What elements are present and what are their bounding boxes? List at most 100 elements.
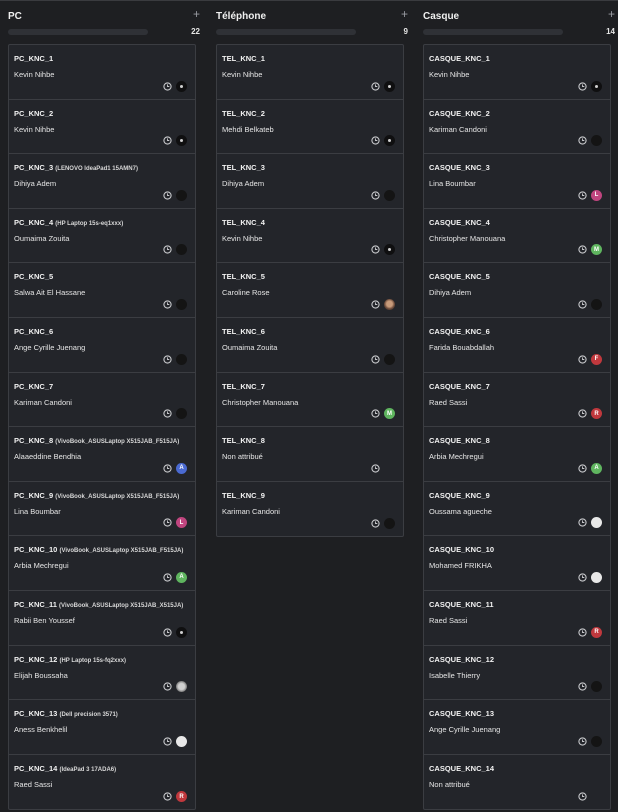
avatar[interactable]: R [591, 408, 602, 420]
clock-icon[interactable] [578, 737, 587, 746]
avatar[interactable] [591, 135, 602, 147]
asset-card[interactable]: CASQUE_KNC_14 Non attribué [424, 755, 610, 810]
avatar[interactable]: M [384, 408, 395, 420]
plus-icon[interactable]: + [608, 7, 615, 21]
plus-icon[interactable]: + [401, 7, 408, 21]
avatar[interactable] [176, 135, 187, 147]
avatar[interactable] [384, 353, 395, 365]
clock-icon[interactable] [578, 792, 587, 801]
clock-icon[interactable] [163, 81, 172, 91]
clock-icon[interactable] [371, 464, 380, 473]
avatar[interactable]: L [591, 189, 602, 201]
avatar[interactable] [384, 189, 395, 201]
clock-icon[interactable] [163, 245, 172, 255]
clock-icon[interactable] [163, 627, 172, 637]
avatar[interactable] [591, 681, 602, 693]
clock-icon[interactable] [371, 519, 380, 528]
asset-card[interactable]: CASQUE_KNC_5 Dihiya Adem [424, 263, 610, 318]
clock-icon[interactable] [163, 737, 172, 746]
avatar[interactable] [591, 80, 602, 92]
asset-card[interactable]: TEL_KNC_1 Kevin Nihbe [217, 45, 403, 100]
clock-icon[interactable] [163, 354, 172, 364]
clock-icon[interactable] [163, 409, 172, 418]
clock-icon[interactable] [163, 682, 172, 691]
avatar[interactable] [591, 735, 602, 747]
asset-card[interactable]: TEL_KNC_9 Kariman Candoni [217, 482, 403, 537]
clock-icon[interactable] [371, 81, 380, 91]
avatar[interactable] [384, 298, 395, 310]
clock-icon[interactable] [578, 245, 587, 255]
asset-card[interactable]: PC_KNC_11 (VivoBook_ASUSLaptop X515JAB_X… [9, 591, 195, 646]
asset-card[interactable]: CASQUE_KNC_8 Arbia Mechregui A [424, 427, 610, 482]
avatar[interactable] [176, 353, 187, 365]
plus-icon[interactable]: + [193, 7, 200, 21]
clock-icon[interactable] [163, 518, 172, 527]
asset-card[interactable]: CASQUE_KNC_4 Christopher Manouana M [424, 209, 610, 264]
asset-card[interactable]: PC_KNC_13 (Dell precision 3571) Aness Ben… [9, 700, 195, 755]
avatar[interactable] [591, 298, 602, 310]
avatar[interactable] [384, 244, 395, 256]
asset-card[interactable]: CASQUE_KNC_2 Kariman Candoni [424, 100, 610, 155]
asset-card[interactable]: CASQUE_KNC_9 Oussama agueche [424, 482, 610, 537]
avatar[interactable]: R [591, 626, 602, 638]
clock-icon[interactable] [163, 300, 172, 309]
clock-icon[interactable] [163, 573, 172, 582]
asset-card[interactable]: CASQUE_KNC_12 Isabelle Thierry [424, 646, 610, 701]
asset-card[interactable]: PC_KNC_6 Ange Cyrille Juenang [9, 318, 195, 373]
asset-card[interactable]: PC_KNC_9 (VivoBook_ASUSLaptop X515JAB_F5… [9, 482, 195, 537]
clock-icon[interactable] [578, 354, 587, 364]
asset-card[interactable]: PC_KNC_4 (HP Laptop 15s-eq1xxx) Oumaima Z… [9, 209, 195, 264]
asset-card[interactable]: CASQUE_KNC_7 Raed Sassi R [424, 373, 610, 428]
asset-card[interactable]: TEL_KNC_6 Oumaima Zouita [217, 318, 403, 373]
avatar[interactable] [176, 189, 187, 201]
clock-icon[interactable] [371, 300, 380, 309]
clock-icon[interactable] [578, 136, 587, 145]
asset-card[interactable]: PC_KNC_3 (LENOVO IdeaPad1 15AMN7) Dihiya … [9, 154, 195, 209]
avatar[interactable] [176, 244, 187, 256]
asset-card[interactable]: PC_KNC_12 (HP Laptop 15s-fq2xxx) Elijah B… [9, 646, 195, 701]
avatar[interactable]: M [591, 244, 602, 256]
clock-icon[interactable] [371, 245, 380, 255]
avatar[interactable] [591, 571, 602, 583]
asset-card[interactable]: TEL_KNC_8 Non attribué [217, 427, 403, 482]
avatar[interactable] [384, 135, 395, 147]
asset-card[interactable]: PC_KNC_7 Kariman Candoni [9, 373, 195, 428]
avatar[interactable]: F [591, 353, 602, 365]
avatar[interactable] [384, 518, 395, 530]
avatar[interactable]: A [591, 462, 602, 474]
clock-icon[interactable] [163, 792, 172, 801]
clock-icon[interactable] [578, 300, 587, 309]
avatar[interactable] [176, 626, 187, 638]
avatar[interactable]: L [176, 517, 187, 529]
avatar[interactable] [176, 298, 187, 310]
clock-icon[interactable] [578, 573, 587, 582]
clock-icon[interactable] [578, 464, 587, 473]
asset-card[interactable]: PC_KNC_5 Salwa Ait El Hassane [9, 263, 195, 318]
clock-icon[interactable] [578, 409, 587, 418]
clock-icon[interactable] [578, 682, 587, 691]
asset-card[interactable]: CASQUE_KNC_6 Farida Bouabdallah F [424, 318, 610, 373]
asset-card[interactable]: TEL_KNC_7 Christopher Manouana M [217, 373, 403, 428]
clock-icon[interactable] [163, 464, 172, 473]
asset-card[interactable]: CASQUE_KNC_13 Ange Cyrille Juenang [424, 700, 610, 755]
avatar[interactable]: R [176, 791, 187, 803]
clock-icon[interactable] [371, 136, 380, 145]
clock-icon[interactable] [578, 627, 587, 637]
asset-card[interactable]: TEL_KNC_5 Caroline Rose [217, 263, 403, 318]
clock-icon[interactable] [163, 136, 172, 145]
avatar[interactable] [176, 681, 187, 693]
avatar[interactable] [384, 80, 395, 92]
avatar[interactable] [176, 80, 187, 92]
avatar[interactable] [591, 517, 602, 529]
avatar[interactable] [176, 735, 187, 747]
clock-icon[interactable] [371, 191, 380, 200]
asset-card[interactable]: CASQUE_KNC_10 Mohamed FRIKHA [424, 536, 610, 591]
asset-card[interactable]: CASQUE_KNC_3 Lina Boumbar L [424, 154, 610, 209]
clock-icon[interactable] [371, 409, 380, 418]
asset-card[interactable]: TEL_KNC_4 Kevin Nihbe [217, 209, 403, 264]
asset-card[interactable]: CASQUE_KNC_1 Kevin Nihbe [424, 45, 610, 100]
clock-icon[interactable] [163, 191, 172, 200]
avatar[interactable]: A [176, 571, 187, 583]
clock-icon[interactable] [371, 354, 380, 364]
asset-card[interactable]: PC_KNC_10 (VivoBook_ASUSLaptop X515JAB_F… [9, 536, 195, 591]
